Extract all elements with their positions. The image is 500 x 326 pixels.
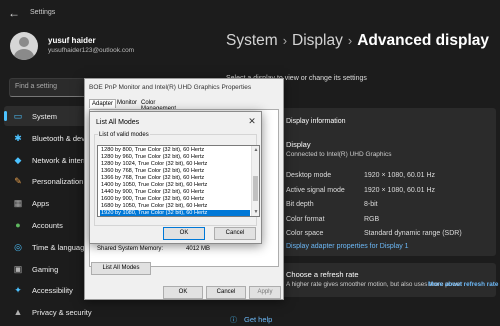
chevron-right-icon: › <box>282 33 288 48</box>
mode-list-item[interactable]: 1440 by 900, True Color (32 bit), 60 Her… <box>100 189 250 196</box>
info-section-title: Display information <box>286 118 346 125</box>
sidebar-item-label: Apps <box>32 199 50 209</box>
refresh-rate-title: Choose a refresh rate <box>286 270 359 279</box>
help-icon: ⓘ <box>230 317 237 324</box>
refresh-rate-link[interactable]: More about refresh rate <box>428 281 498 288</box>
info-value: 1920 × 1080, 60.01 Hz <box>364 186 436 194</box>
sidebar-item-label: Accounts <box>32 221 63 230</box>
back-arrow-icon[interactable]: ← <box>8 6 22 20</box>
page-title: Advanced display <box>357 32 489 49</box>
user-name: yusuf haider <box>48 36 96 45</box>
info-label: Color space <box>286 230 324 237</box>
apply-button[interactable]: Apply <box>249 286 281 299</box>
mode-list-item[interactable]: 1366 by 768, True Color (32 bit), 60 Her… <box>100 175 250 182</box>
sidebar-item-personalization[interactable]: ✎ Personalization <box>4 171 94 191</box>
scroll-up-icon[interactable]: ▲ <box>252 146 259 154</box>
info-label: Color format <box>286 215 325 223</box>
shield-icon: ▲ <box>13 307 23 318</box>
shared-memory-label: Shared System Memory: <box>97 246 164 252</box>
app-title: Settings <box>30 9 56 16</box>
sidebar-item-privacy-security[interactable]: ▲ Privacy & security <box>4 302 94 322</box>
breadcrumb-system[interactable]: System <box>226 32 278 49</box>
info-value: Standard dynamic range (SDR) <box>364 230 462 237</box>
modes-scrollbar[interactable]: ▲ ▼ <box>251 146 259 216</box>
scroll-down-icon[interactable]: ▼ <box>252 208 259 216</box>
mode-list-item[interactable]: 1360 by 768, True Color (32 bit), 60 Her… <box>100 168 250 175</box>
sidebar-item-gaming[interactable]: ▣ Gaming <box>4 259 94 279</box>
modes-listbox[interactable]: 1280 by 800, True Color (32 bit), 60 Her… <box>97 145 260 217</box>
cancel-button[interactable]: Cancel <box>206 286 246 299</box>
connected-to: Connected to Intel(R) UHD Graphics <box>286 151 392 158</box>
person-icon: ● <box>15 220 21 230</box>
avatar[interactable] <box>10 32 38 60</box>
brush-icon: ✎ <box>14 176 22 187</box>
modes-cancel-button[interactable]: Cancel <box>214 227 256 240</box>
info-label: Bit depth <box>286 201 314 208</box>
sidebar-item-label: Gaming <box>32 264 59 274</box>
mode-list-item[interactable]: 1920 by 1080, True Color (32 bit), 60 He… <box>100 210 250 216</box>
info-label: Active signal mode <box>286 186 345 194</box>
scroll-thumb[interactable] <box>253 176 258 201</box>
close-icon[interactable]: ✕ <box>244 115 260 127</box>
active-indicator <box>4 111 7 121</box>
info-value: 1920 × 1080, 60.01 Hz <box>364 172 436 179</box>
mode-list-item[interactable]: 1600 by 900, True Color (32 bit), 60 Her… <box>100 196 250 203</box>
title-bar <box>0 0 500 26</box>
shared-memory-value: 4012 MB <box>186 246 211 252</box>
mode-list-item[interactable]: 1680 by 1050, True Color (32 bit), 60 He… <box>100 203 250 210</box>
breadcrumb: System › Display › Advanced display <box>226 32 489 50</box>
sidebar-item-label: Privacy & security <box>32 308 92 318</box>
sidebar-item-label: System <box>32 112 58 121</box>
mode-list-item[interactable]: 1280 by 960, True Color (32 bit), 60 Her… <box>100 154 250 161</box>
sidebar-item-label: Accessibility <box>32 286 73 296</box>
bluetooth-icon: ✱ <box>14 132 22 143</box>
mode-list-item[interactable]: 1280 by 1024, True Color (32 bit), 60 He… <box>100 161 250 168</box>
mode-list-item[interactable]: 1280 by 800, True Color (32 bit), 60 Her… <box>100 147 250 154</box>
adapter-properties-link[interactable]: Display adapter properties for Display 1 <box>286 243 409 250</box>
modes-dialog-title: List All Modes <box>96 119 140 126</box>
wifi-icon: ◆ <box>14 154 22 165</box>
sidebar-item-system[interactable]: ▭ System <box>4 106 94 126</box>
ok-button[interactable]: OK <box>163 286 203 299</box>
modes-ok-button[interactable]: OK <box>163 227 205 240</box>
chevron-right-icon: › <box>347 33 353 48</box>
info-value: RGB <box>364 215 380 223</box>
sidebar-item-accessibility[interactable]: ✦ Accessibility <box>4 280 94 300</box>
user-email: yusufhaider123@outlook.com <box>48 47 135 54</box>
sidebar-item-label: Personalization <box>32 177 84 187</box>
sidebar-item-network-internet[interactable]: ◆ Network & internet <box>4 150 94 170</box>
dialog-title: BOE PnP Monitor and Intel(R) UHD Graphic… <box>89 84 252 91</box>
tab-adapter[interactable]: Adapter <box>89 99 117 108</box>
info-value: 8-bit <box>364 201 378 208</box>
mode-list-item[interactable]: 1400 by 1050, True Color (32 bit), 60 He… <box>100 182 250 189</box>
tab-monitor[interactable]: Monitor <box>115 99 139 107</box>
apps-icon: ▦ <box>13 198 23 209</box>
sidebar-item-apps[interactable]: ▦ Apps <box>4 193 94 213</box>
gamepad-icon: ▣ <box>13 263 23 274</box>
get-help-link[interactable]: Get help <box>244 315 272 324</box>
monitor-icon: ▭ <box>13 111 23 121</box>
list-all-modes-button[interactable]: List All Modes <box>91 262 151 275</box>
sidebar-item-label: Time & language <box>32 242 89 252</box>
sidebar-item-time-language[interactable]: ◎ Time & language <box>4 237 94 257</box>
sidebar-item-bluetooth-devices[interactable]: ✱ Bluetooth & devices <box>4 128 98 148</box>
breadcrumb-display[interactable]: Display <box>292 32 343 49</box>
info-label: Desktop mode <box>286 172 332 179</box>
search-placeholder: Find a setting <box>15 83 58 90</box>
globe-icon: ◎ <box>14 241 22 252</box>
accessibility-icon: ✦ <box>14 285 22 296</box>
sidebar-item-accounts[interactable]: ● Accounts <box>4 215 94 235</box>
display-name: Display <box>286 140 311 149</box>
modes-group-label: List of valid modes <box>98 132 150 138</box>
